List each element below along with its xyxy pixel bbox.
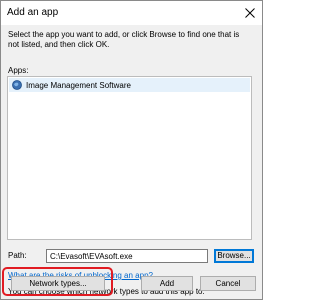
close-button[interactable] [240,3,260,23]
add-button[interactable]: Add [141,276,193,291]
path-label: Path: [8,251,27,260]
path-field[interactable]: C:\Evasoft\EVAsoft.exe [46,249,208,263]
list-item[interactable]: Image Management Software [9,78,250,92]
apps-list[interactable]: Image Management Software [7,76,252,240]
dialog-content: Select the app you want to add, or click… [1,25,262,299]
path-row: Path: C:\Evasoft\EVAsoft.exe Browse... [8,249,254,263]
dialog-title: Add an app [7,7,59,18]
browse-button[interactable]: Browse... [214,249,254,263]
dialog-description: Select the app you want to add, or click… [8,30,240,49]
app-name: Image Management Software [26,80,131,90]
title-bar: Add an app [1,1,262,25]
close-icon [245,8,255,18]
add-app-dialog: Add an app Select the app you want to ad… [0,0,263,300]
app-globe-icon [12,80,22,90]
apps-label: Apps: [8,66,29,75]
cancel-button[interactable]: Cancel [200,276,256,291]
network-types-button[interactable]: Network types... [11,276,105,291]
